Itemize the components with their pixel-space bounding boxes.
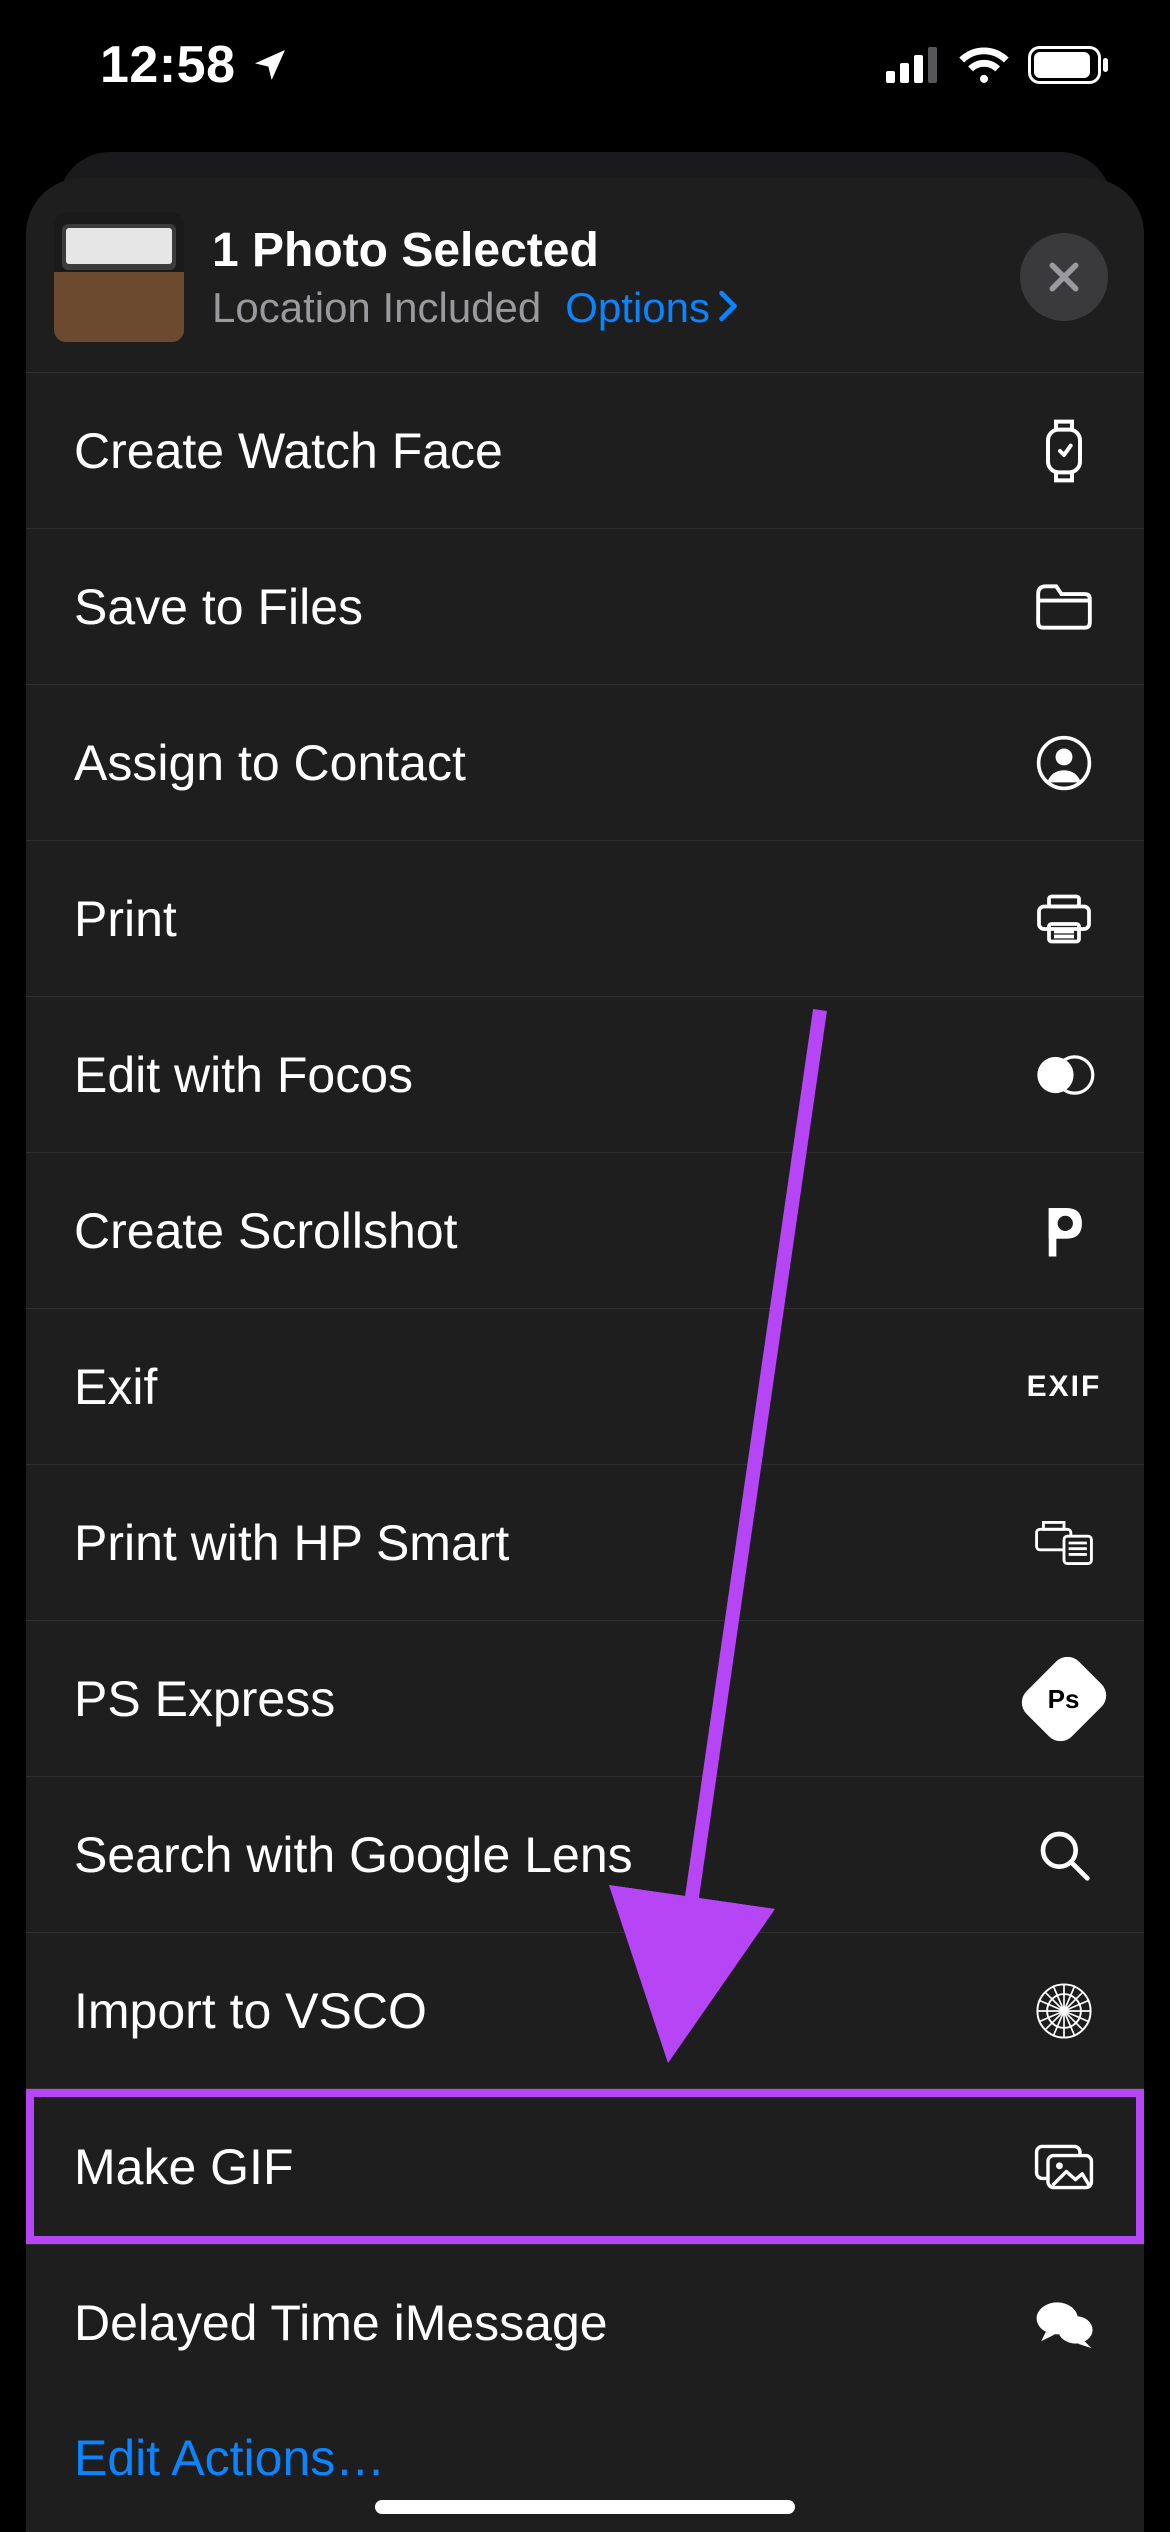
action-label: Save to Files <box>74 578 363 636</box>
action-label: Delayed Time iMessage <box>74 2294 608 2352</box>
action-label: Create Scrollshot <box>74 1202 458 1260</box>
gallery-icon <box>1032 2135 1096 2199</box>
header-title: 1 Photo Selected <box>212 223 992 278</box>
action-create-scrollshot[interactable]: Create Scrollshot <box>26 1153 1144 1309</box>
status-right <box>886 46 1110 84</box>
action-label: Search with Google Lens <box>74 1826 633 1884</box>
actions-list: Create Watch Face Save to Files <box>26 373 1144 2532</box>
home-indicator[interactable] <box>375 2500 795 2514</box>
hp-print-icon <box>1032 1511 1096 1575</box>
folder-icon <box>1032 575 1096 639</box>
battery-icon <box>1028 46 1110 84</box>
vsco-icon <box>1032 1979 1096 2043</box>
action-google-lens[interactable]: Search with Google Lens <box>26 1777 1144 1933</box>
focos-icon <box>1032 1043 1096 1107</box>
chevron-right-icon <box>716 284 740 332</box>
action-delayed-imessage[interactable]: Delayed Time iMessage <box>26 2245 1144 2401</box>
action-label: Print <box>74 890 177 948</box>
options-button[interactable]: Options <box>565 284 740 332</box>
action-print[interactable]: Print <box>26 841 1144 997</box>
action-assign-to-contact[interactable]: Assign to Contact <box>26 685 1144 841</box>
exif-icon: EXIF <box>1032 1355 1096 1419</box>
ps-express-icon: Ps <box>1032 1667 1096 1731</box>
location-included-label: Location Included <box>212 284 541 332</box>
watch-icon <box>1032 419 1096 483</box>
status-bar: 12:58 <box>0 0 1170 130</box>
action-save-to-files[interactable]: Save to Files <box>26 529 1144 685</box>
action-label: Edit with Focos <box>74 1046 413 1104</box>
action-label: Make GIF <box>74 2138 293 2196</box>
action-label: Print with HP Smart <box>74 1514 509 1572</box>
location-icon <box>250 45 290 85</box>
photo-thumbnail[interactable] <box>54 212 184 342</box>
action-make-gif[interactable]: Make GIF <box>26 2089 1144 2245</box>
action-label: Assign to Contact <box>74 734 466 792</box>
status-time: 12:58 <box>100 35 236 95</box>
action-label: Import to VSCO <box>74 1982 427 2040</box>
close-button[interactable] <box>1020 233 1108 321</box>
screen: 12:58 <box>0 0 1170 2532</box>
action-exif[interactable]: Exif EXIF <box>26 1309 1144 1465</box>
search-icon <box>1032 1823 1096 1887</box>
action-edit-with-focos[interactable]: Edit with Focos <box>26 997 1144 1153</box>
chat-icon <box>1032 2291 1096 2355</box>
contact-icon <box>1032 731 1096 795</box>
wifi-icon <box>958 46 1010 84</box>
options-label: Options <box>565 284 710 332</box>
action-ps-express[interactable]: PS Express Ps <box>26 1621 1144 1777</box>
header-text: 1 Photo Selected Location Included Optio… <box>212 223 992 332</box>
share-sheet: 1 Photo Selected Location Included Optio… <box>26 178 1144 2532</box>
action-label: PS Express <box>74 1670 335 1728</box>
edit-actions-button[interactable]: Edit Actions… <box>74 2430 385 2486</box>
printer-icon <box>1032 887 1096 951</box>
p-logo-icon <box>1032 1199 1096 1263</box>
action-create-watch-face[interactable]: Create Watch Face <box>26 373 1144 529</box>
action-label: Exif <box>74 1358 157 1416</box>
action-print-hp-smart[interactable]: Print with HP Smart <box>26 1465 1144 1621</box>
status-time-group: 12:58 <box>100 35 290 95</box>
header-subtitle-row: Location Included Options <box>212 284 992 332</box>
action-import-vsco[interactable]: Import to VSCO <box>26 1933 1144 2089</box>
sheet-header: 1 Photo Selected Location Included Optio… <box>26 178 1144 373</box>
action-label: Create Watch Face <box>74 422 503 480</box>
cellular-signal-icon <box>886 47 940 83</box>
